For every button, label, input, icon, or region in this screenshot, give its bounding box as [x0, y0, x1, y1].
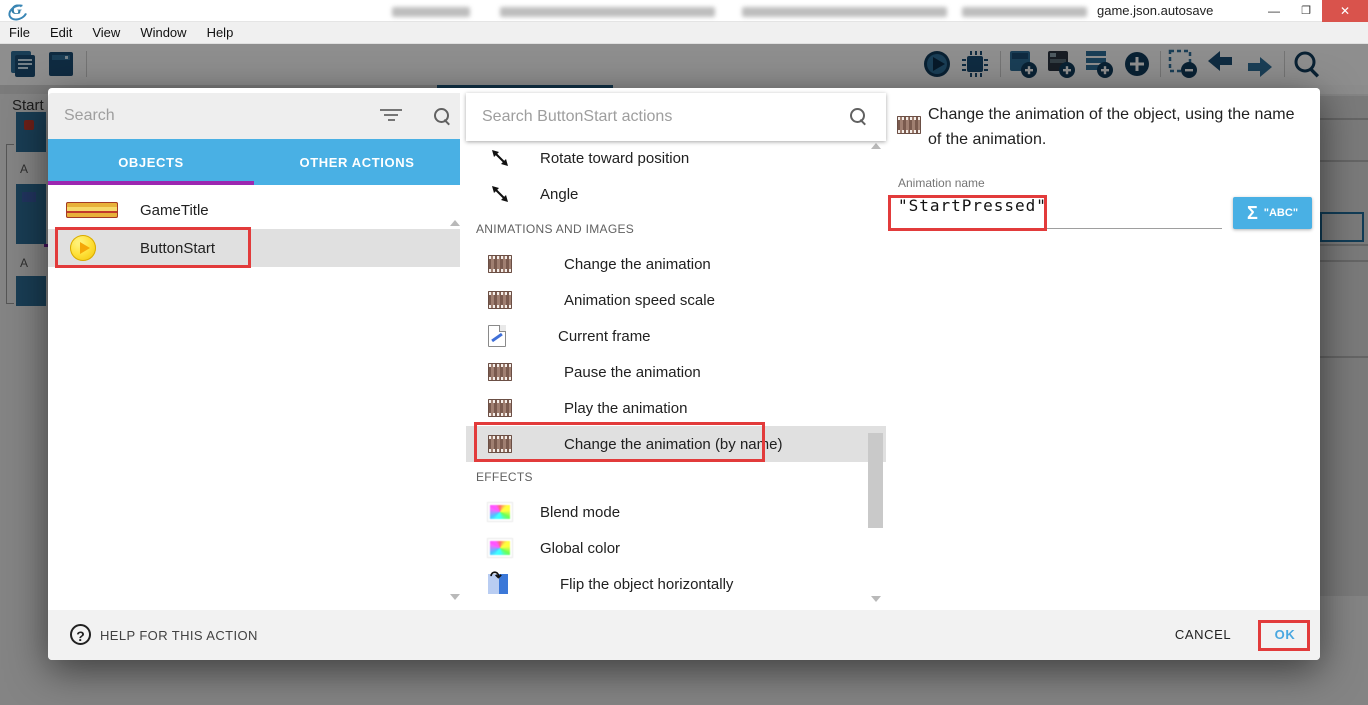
page-edit-icon — [488, 325, 506, 347]
menu-window[interactable]: Window — [130, 25, 196, 40]
field-underline — [898, 228, 1222, 229]
filter-icon[interactable] — [380, 109, 402, 123]
section-header-animations: ANIMATIONS AND IMAGES — [476, 214, 876, 244]
action-label: Flip the object horizontally — [560, 576, 733, 593]
film-icon — [488, 363, 512, 381]
action-row[interactable]: Rotate toward position — [466, 140, 886, 176]
film-icon — [488, 399, 512, 417]
flip-horizontal-icon — [488, 574, 508, 594]
section-header-label: ANIMATIONS AND IMAGES — [476, 222, 634, 236]
object-row-gametitle[interactable]: GameTitle — [48, 191, 460, 229]
section-header-label: EFFECTS — [476, 470, 533, 484]
scrollbar-up-arrow[interactable] — [871, 143, 881, 149]
action-label: Change the animation — [564, 256, 711, 273]
colors-icon — [488, 539, 512, 557]
action-row[interactable]: Angle — [466, 176, 886, 212]
tab-other-actions-label: OTHER ACTIONS — [300, 155, 415, 170]
action-editor-dialog: OBJECTS OTHER ACTIONS GameTitle ButtonSt… — [48, 88, 1320, 660]
action-row[interactable]: Change the animation — [466, 246, 886, 282]
help-for-action-link[interactable]: HELP FOR THIS ACTION — [100, 628, 258, 643]
cancel-button[interactable]: CANCEL — [1163, 620, 1243, 650]
action-label: Angle — [540, 186, 578, 203]
tab-other-actions[interactable]: OTHER ACTIONS — [254, 139, 460, 185]
action-row-selected[interactable]: Change the animation (by name) — [466, 426, 886, 462]
redacted-title-segment — [392, 7, 470, 17]
action-row[interactable]: Current frame — [466, 318, 886, 354]
actions-search-input[interactable] — [482, 105, 822, 129]
film-icon — [488, 291, 512, 309]
redacted-title-segment — [500, 7, 715, 17]
gametitle-thumbnail-icon — [66, 202, 118, 218]
object-row-buttonstart[interactable]: ButtonStart — [48, 229, 460, 267]
object-tabs: OBJECTS OTHER ACTIONS — [48, 139, 460, 185]
gdevelop-logo-icon — [8, 2, 28, 20]
tab-objects[interactable]: OBJECTS — [48, 139, 254, 185]
window-title: game.json.autosave — [1097, 3, 1213, 18]
redacted-title-segment — [742, 7, 947, 17]
expression-editor-button[interactable]: Σ "ABC" — [1233, 197, 1312, 229]
scrollbar-up-arrow[interactable] — [450, 220, 460, 226]
film-icon — [897, 116, 921, 134]
action-row[interactable]: Flip the object horizontally — [466, 566, 886, 602]
action-row[interactable]: Play the animation — [466, 390, 886, 426]
search-icon — [850, 108, 868, 126]
restore-button[interactable]: ❐ — [1290, 0, 1322, 22]
scrollbar-thumb[interactable] — [868, 433, 883, 528]
animation-name-field[interactable]: "StartPressed" — [898, 196, 1220, 215]
redacted-title-segment — [962, 7, 1087, 17]
film-icon — [488, 255, 512, 273]
menu-edit[interactable]: Edit — [40, 25, 82, 40]
action-label: Animation speed scale — [564, 292, 715, 309]
action-row[interactable]: Pause the animation — [466, 354, 886, 390]
film-icon — [488, 435, 512, 453]
title-bar: game.json.autosave — ❐ ✕ — [0, 0, 1368, 22]
action-label: Rotate toward position — [540, 150, 689, 167]
object-label: GameTitle — [140, 202, 209, 219]
objects-search-input[interactable] — [64, 104, 354, 128]
actions-search-bar — [466, 93, 886, 141]
action-label: Blend mode — [540, 504, 620, 521]
abc-label: "ABC" — [1264, 207, 1298, 219]
action-label: Global color — [540, 540, 620, 557]
buttonstart-thumbnail-icon — [70, 235, 96, 261]
animation-name-label: Animation name — [898, 176, 985, 190]
scrollbar-down-arrow[interactable] — [450, 594, 460, 600]
objects-search-bar — [48, 93, 460, 139]
action-row[interactable]: Global color — [466, 530, 886, 566]
dialog-footer: ? HELP FOR THIS ACTION CANCEL OK — [48, 610, 1320, 660]
sigma-icon: Σ — [1247, 203, 1258, 224]
action-label: Pause the animation — [564, 364, 701, 381]
menu-bar: File Edit View Window Help — [0, 22, 1368, 44]
menu-view[interactable]: View — [82, 25, 130, 40]
menu-help[interactable]: Help — [197, 25, 244, 40]
action-label: Play the animation — [564, 400, 687, 417]
search-icon — [434, 108, 452, 126]
rotate-arrow-icon — [490, 148, 510, 168]
object-label: ButtonStart — [140, 240, 215, 257]
colors-icon — [488, 503, 512, 521]
minimize-button[interactable]: — — [1258, 0, 1290, 22]
action-details-panel: Change the animation of the object, usin… — [886, 88, 1320, 610]
section-header-effects: EFFECTS — [476, 462, 876, 492]
objects-list: GameTitle ButtonStart — [48, 185, 460, 610]
scrollbar-down-arrow[interactable] — [871, 596, 881, 602]
action-label: Change the animation (by name) — [564, 436, 782, 453]
action-row[interactable]: Animation speed scale — [466, 282, 886, 318]
gdevelop-window: game.json.autosave — ❐ ✕ File Edit View … — [0, 0, 1368, 705]
tab-objects-label: OBJECTS — [118, 155, 184, 170]
actions-list: Rotate toward position Angle ANIMATIONS … — [466, 140, 886, 610]
action-label: Current frame — [558, 328, 651, 345]
ok-button[interactable]: OK — [1260, 620, 1310, 650]
action-description: Change the animation of the object, usin… — [928, 102, 1308, 152]
close-button[interactable]: ✕ — [1322, 0, 1368, 22]
rotate-arrow-icon — [490, 184, 510, 204]
menu-file[interactable]: File — [0, 25, 40, 40]
help-icon[interactable]: ? — [70, 624, 91, 645]
action-row[interactable]: Blend mode — [466, 494, 886, 530]
